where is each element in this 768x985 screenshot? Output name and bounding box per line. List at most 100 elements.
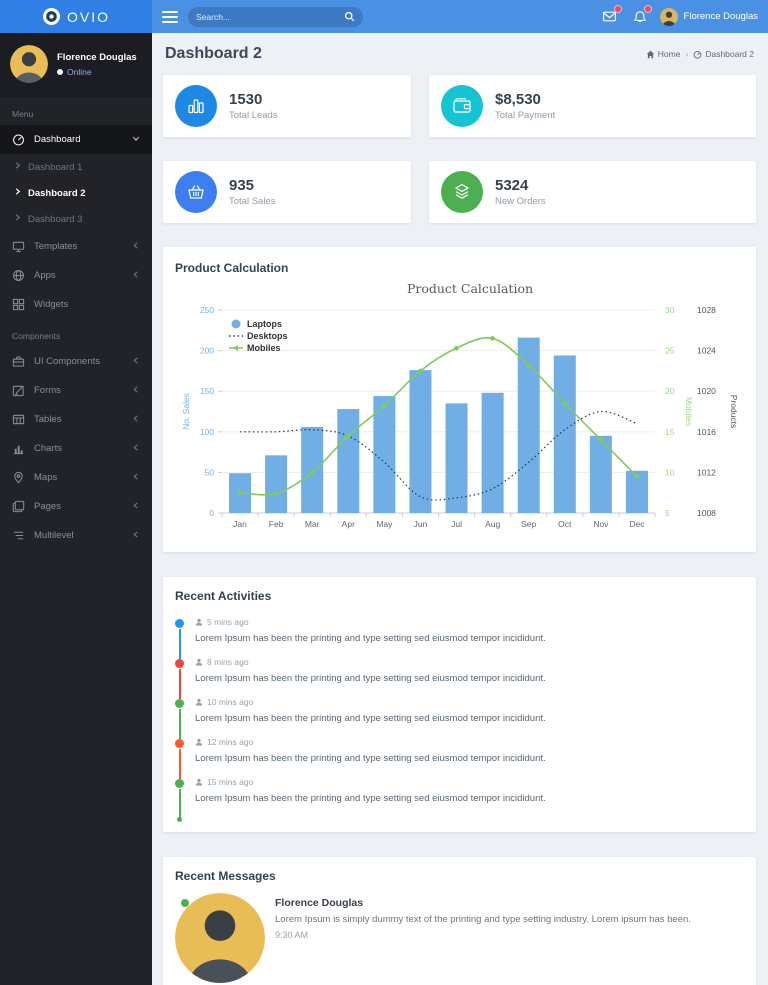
hamburger-menu-icon[interactable]	[162, 10, 178, 23]
chevron-down-icon	[132, 134, 140, 146]
layers-icon	[441, 171, 483, 213]
stat-label: Total Leads	[229, 109, 278, 121]
search-bar	[188, 6, 363, 27]
timeline-dot-icon	[175, 779, 184, 788]
sidebar-subitem-dashboard-1[interactable]: Dashboard 1	[0, 154, 152, 180]
activity-item: 8 mins ago Lorem Ipsum has been the print…	[175, 657, 744, 699]
search-icon[interactable]	[344, 11, 355, 22]
svg-text:Dec: Dec	[629, 519, 645, 529]
svg-text:Jan: Jan	[233, 519, 247, 529]
sidebar-subitem-dashboard-2[interactable]: Dashboard 2	[0, 180, 152, 206]
timeline-line	[178, 749, 181, 779]
bar-chart-icon	[12, 442, 25, 455]
list-icon	[12, 529, 25, 542]
svg-text:Jul: Jul	[451, 519, 462, 529]
pages-icon	[12, 500, 25, 513]
chevron-left-icon	[132, 241, 140, 253]
chevron-left-icon	[132, 414, 140, 426]
sidebar-item-pages[interactable]: Pages	[0, 492, 152, 521]
messages-list: Florence Douglas Lorem Ipsum is simply du…	[175, 893, 744, 985]
briefcase-icon	[12, 355, 25, 368]
activity-time: 12 mins ago	[195, 737, 744, 747]
svg-text:200: 200	[200, 346, 214, 356]
message-item: Florence Douglas Lorem Ipsum is simply du…	[175, 893, 744, 983]
sidebar-item-maps[interactable]: Maps	[0, 463, 152, 492]
activity-text: Lorem Ipsum has been the printing and ty…	[195, 633, 546, 644]
svg-text:5: 5	[665, 508, 670, 518]
timeline-dot-icon	[175, 739, 184, 748]
chevron-left-icon	[132, 472, 140, 484]
sidebar-item-apps[interactable]: Apps	[0, 261, 152, 290]
recent-activities-card: Recent Activities 5 mins ago Lorem Ipsum …	[163, 577, 756, 832]
sidebar-subitem-label: Dashboard 1	[28, 161, 83, 173]
svg-text:25: 25	[665, 346, 675, 356]
sidebar-item-tables[interactable]: Tables	[0, 405, 152, 434]
notifications-icon[interactable]	[630, 4, 652, 27]
message-text: Lorem Ipsum is simply dummy text of the …	[275, 914, 691, 925]
timeline-end-dot-icon	[177, 817, 182, 822]
stat-value: 935	[229, 177, 255, 195]
sidebar-item-label: Maps	[34, 472, 58, 483]
svg-text:Sep: Sep	[521, 519, 536, 529]
sidebar-profile[interactable]: Florence Douglas Online	[0, 33, 152, 97]
page-header: Dashboard 2 Home › Dashboard 2	[163, 33, 756, 75]
topbar-user-name: Florence Douglas	[683, 11, 758, 22]
breadcrumb-current[interactable]: Dashboard 2	[693, 49, 754, 59]
monitor-icon	[12, 240, 25, 253]
activity-item: 15 mins ago Lorem Ipsum has been the prin…	[175, 777, 744, 819]
breadcrumb-home[interactable]: Home	[646, 49, 680, 59]
svg-text:Feb: Feb	[269, 519, 284, 529]
chevron-left-icon	[132, 530, 140, 542]
notification-badge	[643, 4, 652, 13]
basket-icon	[175, 171, 217, 213]
sidebar-item-label: Dashboard	[34, 134, 81, 145]
sidebar-item-templates[interactable]: Templates	[0, 232, 152, 261]
sidebar-nav: Menu Dashboard Dashboard 1 Dashboard 2 Dashb…	[0, 97, 152, 550]
svg-text:Mobiles: Mobiles	[684, 397, 694, 426]
sidebar-subitem-dashboard-3[interactable]: Dashboard 3	[0, 206, 152, 232]
sidebar-item-forms[interactable]: Forms	[0, 376, 152, 405]
stat-label: Total Sales	[229, 195, 276, 207]
chart-card-title: Product Calculation	[175, 261, 289, 275]
stat-label: Total Payment	[495, 109, 556, 121]
notification-badge	[613, 4, 622, 13]
user-menu[interactable]: Florence Douglas	[659, 7, 758, 26]
svg-text:Jun: Jun	[414, 519, 428, 529]
svg-text:Aug: Aug	[485, 519, 500, 529]
svg-text:May: May	[376, 519, 393, 529]
brand-name: OVIO	[66, 8, 110, 25]
home-icon	[646, 50, 655, 58]
sidebar-item-ui-components[interactable]: UI Components	[0, 347, 152, 376]
activity-text: Lorem Ipsum has been the printing and ty…	[195, 753, 546, 764]
chevron-left-icon	[132, 443, 140, 455]
sidebar-item-multilevel[interactable]: Multilevel	[0, 521, 152, 550]
chart-card: Product Calculation Product Calculation 0…	[163, 247, 756, 552]
sidebar-item-widgets[interactable]: Widgets	[0, 290, 152, 319]
avatar	[175, 893, 265, 983]
search-input[interactable]	[196, 11, 344, 22]
svg-text:10: 10	[665, 467, 675, 477]
sidebar-item-label: Widgets	[34, 299, 69, 310]
grid-icon	[12, 298, 25, 311]
avatar	[659, 7, 678, 26]
timeline-line	[178, 789, 181, 819]
chevron-left-icon	[132, 270, 140, 282]
breadcrumb: Home › Dashboard 2	[646, 49, 754, 59]
brand-logo[interactable]: OVIO	[0, 0, 152, 33]
messages-icon[interactable]	[600, 4, 622, 27]
sidebar-item-charts[interactable]: Charts	[0, 434, 152, 463]
svg-text:1016: 1016	[697, 427, 716, 437]
stat-bars-icon	[175, 85, 217, 127]
globe-icon	[12, 269, 25, 282]
sidebar-item-label: Multilevel	[34, 530, 74, 541]
svg-text:No. Sales: No. Sales	[181, 393, 191, 430]
svg-text:250: 250	[200, 305, 214, 315]
stat-card-total-payment: $8,530 Total Payment	[429, 75, 756, 137]
sidebar-item-label: Forms	[34, 385, 61, 396]
svg-text:Laptops: Laptops	[247, 319, 282, 329]
activities-timeline: 5 mins ago Lorem Ipsum has been the print…	[175, 617, 744, 822]
main-content: Dashboard 2 Home › Dashboard 2 1530 Total…	[152, 0, 768, 985]
timeline-dot-icon	[175, 619, 184, 628]
sidebar-item-label: Templates	[34, 241, 78, 252]
sidebar-item-dashboard[interactable]: Dashboard	[0, 125, 152, 154]
